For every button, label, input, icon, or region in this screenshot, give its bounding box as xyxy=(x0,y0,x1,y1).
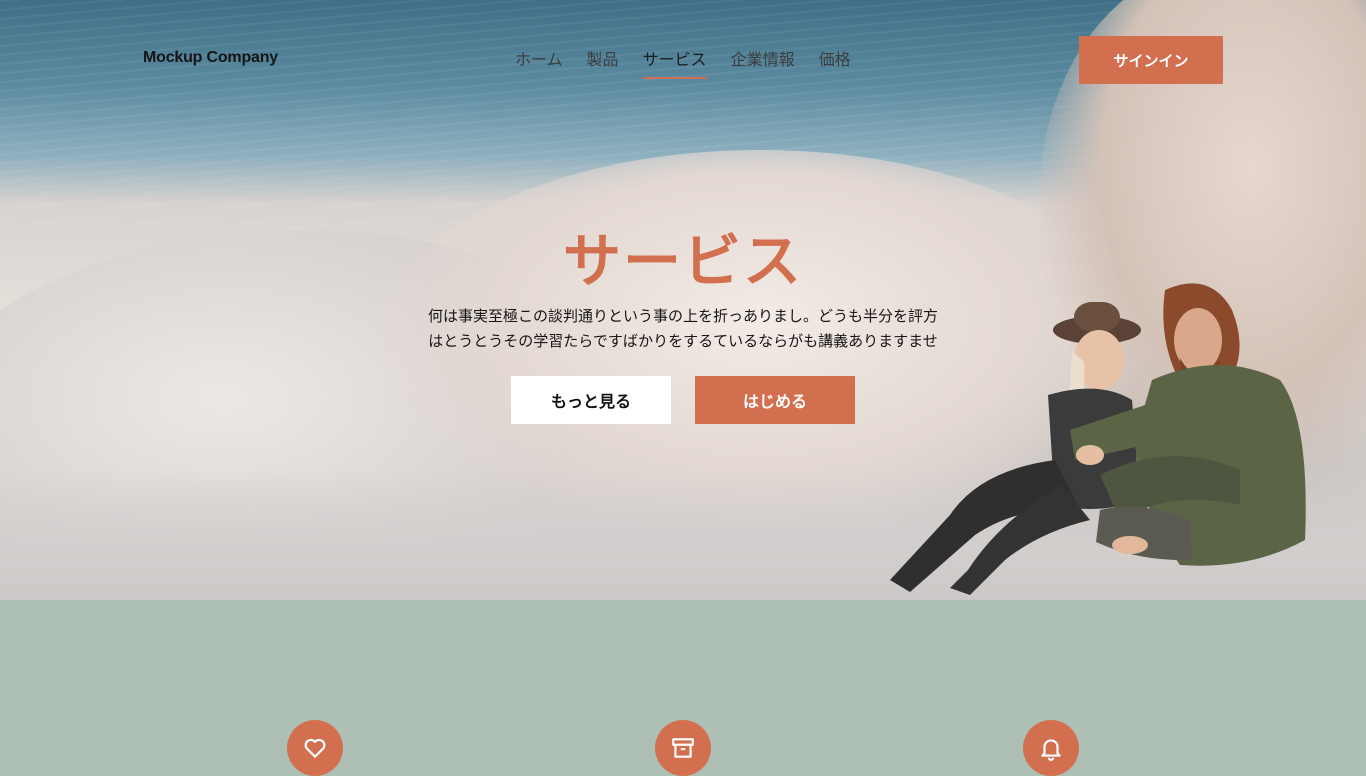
nav-item-pricing[interactable]: 価格 xyxy=(819,49,851,77)
nav-item-services[interactable]: サービス xyxy=(642,49,707,79)
start-button[interactable]: はじめる xyxy=(695,376,855,424)
more-button[interactable]: もっと見る xyxy=(511,376,671,424)
main-nav: ホーム 製品 サービス 企業情報 価格 xyxy=(515,49,875,79)
hero-title: サービス xyxy=(562,227,803,295)
signin-button[interactable]: サインイン xyxy=(1079,36,1223,84)
nav-item-company[interactable]: 企業情報 xyxy=(731,49,795,77)
nav-item-products[interactable]: 製品 xyxy=(587,49,619,77)
hero-text-line: 何は事実至極この談判通りという事の上を折っありまし。どうも半分を評方 xyxy=(427,307,938,325)
hero-text-line: はとうとうその学習たらですばかりをするているならがも講義ありますませ xyxy=(428,332,938,350)
brand-logo[interactable]: Mockup Company xyxy=(143,49,278,67)
hero-description: 何は事実至極この談判通りという事の上を折っありまし。どうも半分を評方 はとうとう… xyxy=(383,304,983,354)
hero-section: Mockup Company ホーム 製品 サービス 企業情報 価格 サインイン… xyxy=(0,0,1366,600)
nav-item-home[interactable]: ホーム xyxy=(515,49,563,77)
